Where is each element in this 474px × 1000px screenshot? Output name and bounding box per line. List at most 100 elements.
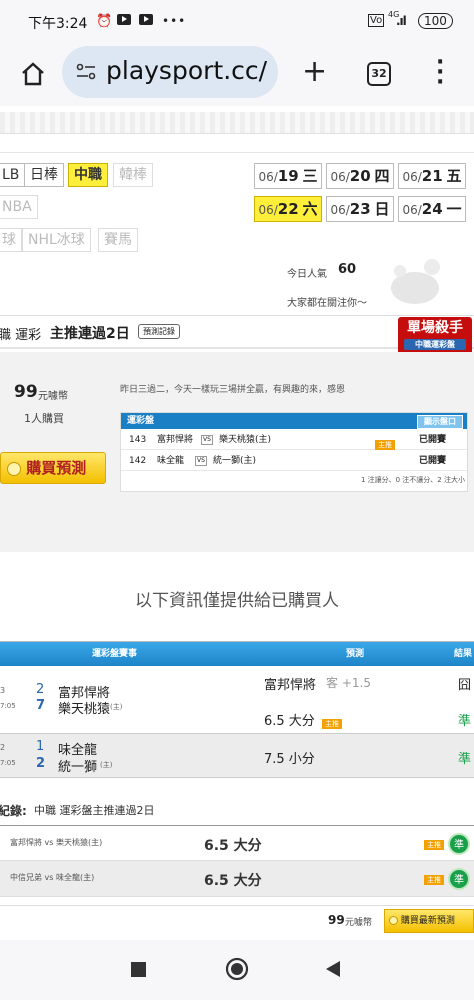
buy-button-label: 購買預測: [26, 459, 87, 477]
coin-icon: [389, 916, 398, 925]
away-team: 富邦悍將: [157, 435, 194, 445]
more-notifications-icon: •••: [162, 14, 187, 28]
game-summary-table: 運彩盤 顯示盤口 143 富邦悍將 VS 樂天桃猿(主) 主推 已開賽 142 味…: [120, 412, 468, 492]
main-pick-badge: 主推: [375, 439, 395, 450]
col-game: 運彩盤賽事: [92, 649, 138, 659]
tab-switcher-button[interactable]: 32: [367, 62, 391, 86]
summary-row: 143 富邦悍將 VS 樂天桃猿(主) 主推 已開賽: [121, 430, 467, 450]
league-mlb[interactable]: LB: [0, 163, 26, 187]
coin-icon: [7, 461, 21, 476]
away-team: 味全龍: [157, 456, 185, 466]
summary-row: 142 味全龍 VS 統一獅(主) 已開賽: [121, 451, 467, 471]
league-kbo[interactable]: 韓棒: [113, 163, 153, 187]
game-status: 已開賽: [419, 456, 447, 466]
record-button[interactable]: 預測記錄: [138, 324, 180, 339]
record-game: 中信兄弟 vs 味全龍(主): [10, 873, 95, 882]
main-pick-badge: 主推: [424, 839, 444, 850]
date-0623[interactable]: 06/23 日: [326, 196, 394, 222]
badge-sub: 中職運彩盤: [404, 339, 466, 350]
buy-prediction-button[interactable]: 購買預測: [0, 452, 106, 484]
vs-icon: VS: [201, 434, 213, 445]
signal-icon: .ıl: [396, 14, 407, 28]
game-time: 7:05: [0, 702, 16, 710]
team: 統一獅: [58, 760, 98, 775]
prediction: 7.5 小分: [264, 752, 315, 767]
popularity-sub: 大家都在關注你～: [287, 298, 367, 309]
recents-icon[interactable]: [131, 962, 146, 977]
price-value: 99: [14, 382, 38, 402]
site-settings-icon[interactable]: [76, 62, 96, 82]
home-team: 樂天桃猿(主): [219, 435, 272, 445]
col-prediction: 預測: [346, 649, 365, 659]
result-badge: 準: [448, 868, 470, 890]
home-marker: (主): [110, 703, 123, 711]
summary-title: 運彩盤: [127, 416, 155, 426]
result: 囧: [458, 678, 472, 693]
seller-comment: 昨日三過二，今天一樣玩三場拼全贏，有興趣的來，感恩: [120, 385, 346, 395]
score: 7: [36, 698, 46, 713]
date-0620[interactable]: 06/20 四: [326, 163, 394, 189]
badge-title: 單場殺手: [407, 320, 463, 336]
league-npb[interactable]: 日棒: [24, 163, 64, 187]
purchaser-notice: 以下資訊僅提供給已購買人: [135, 591, 339, 611]
alarm-icon: ⏰: [96, 14, 113, 29]
table-row: 2 7:05 1 味全龍 2 統一獅 (主) 7.5 小分 準: [0, 734, 474, 778]
record-label: 紀錄:: [0, 804, 27, 818]
menu-icon[interactable]: · · ·: [436, 52, 444, 94]
url-text: playsport.cc/: [106, 56, 268, 85]
back-icon[interactable]: [325, 960, 341, 978]
header-title: 主推連過2日: [50, 326, 130, 342]
league-nhl[interactable]: NHL冰球: [22, 228, 91, 252]
status-time: 下午3:24: [28, 16, 88, 32]
league-cpbl[interactable]: 中職: [68, 163, 108, 187]
single-killer-badge: 單場殺手 中職運彩盤: [398, 317, 472, 357]
system-nav-bar: [0, 940, 474, 1000]
result-badge: 準: [448, 833, 470, 855]
new-tab-icon[interactable]: +: [302, 54, 327, 89]
table-header: 運彩盤賽事 預測 結果: [0, 642, 474, 666]
main-pick-badge: 主推: [424, 874, 444, 885]
buy-latest-label: 購買最新預測: [400, 916, 455, 926]
volte-icon: Vo: [368, 14, 385, 27]
league-horse[interactable]: 賽馬: [98, 228, 138, 252]
battery-icon: 100: [418, 13, 453, 29]
buy-footer: 99 元噱幣 購買最新預測: [0, 905, 474, 935]
league-nba[interactable]: NBA: [0, 195, 38, 219]
header-prefix: 職 運彩: [0, 328, 42, 343]
prediction: 富邦悍將: [264, 678, 317, 693]
league-nav: LB 日棒 中職 韓棒 NBA 球 NHL冰球 賽馬 06/19 三 06/20…: [0, 152, 474, 315]
footer-price: 99: [328, 913, 345, 927]
show-odds-button[interactable]: 顯示盤口: [417, 415, 463, 429]
date-0624[interactable]: 06/24 一: [398, 196, 466, 222]
record-pick: 6.5 大分: [204, 873, 262, 889]
game-time: 7:05: [0, 759, 16, 767]
game-status: 已開賽: [419, 435, 447, 445]
popularity-value: 60: [338, 262, 357, 277]
prediction: 6.5 大分: [264, 714, 315, 729]
league-soccer[interactable]: 球: [0, 228, 22, 252]
status-bar: 下午3:24 ⏰ ••• Vo 4G .ıl 100: [0, 0, 474, 44]
address-bar[interactable]: playsport.cc/: [62, 46, 278, 98]
footer-unit: 元噱幣: [345, 918, 373, 928]
table-row: 3 7:05 2 富邦悍將 7 樂天桃猿 (主) 富邦悍將 客 +1.5 囧 6…: [0, 666, 474, 734]
date-0621[interactable]: 06/21 五: [398, 163, 466, 189]
date-0622[interactable]: 06/22 六: [254, 196, 322, 222]
home-icon[interactable]: [20, 61, 46, 87]
record-text: 中職 運彩盤主推連過2日: [34, 804, 155, 817]
youtube-icon-2: [139, 14, 153, 28]
price-unit: 元噱幣: [38, 391, 68, 402]
game-number: 143: [129, 435, 147, 445]
buyer-count: 1人購買: [24, 412, 64, 425]
buy-latest-button[interactable]: 購買最新預測: [384, 909, 474, 933]
date-0619[interactable]: 06/19 三: [254, 163, 322, 189]
record-row: 中信兄弟 vs 味全龍(主) 6.5 大分 主推 準: [0, 861, 474, 897]
team: 樂天桃猿: [58, 702, 111, 717]
home-nav-icon[interactable]: [225, 957, 249, 981]
record-game: 富邦悍將 vs 樂天桃猿(主): [10, 838, 103, 847]
summary-header: 運彩盤 顯示盤口: [121, 413, 467, 429]
game-no: 3: [0, 686, 6, 695]
browser-toolbar: playsport.cc/ + 32 · · ·: [0, 44, 474, 106]
result: 準: [458, 714, 472, 729]
result: 準: [458, 752, 472, 767]
vs-icon: VS: [195, 455, 207, 466]
